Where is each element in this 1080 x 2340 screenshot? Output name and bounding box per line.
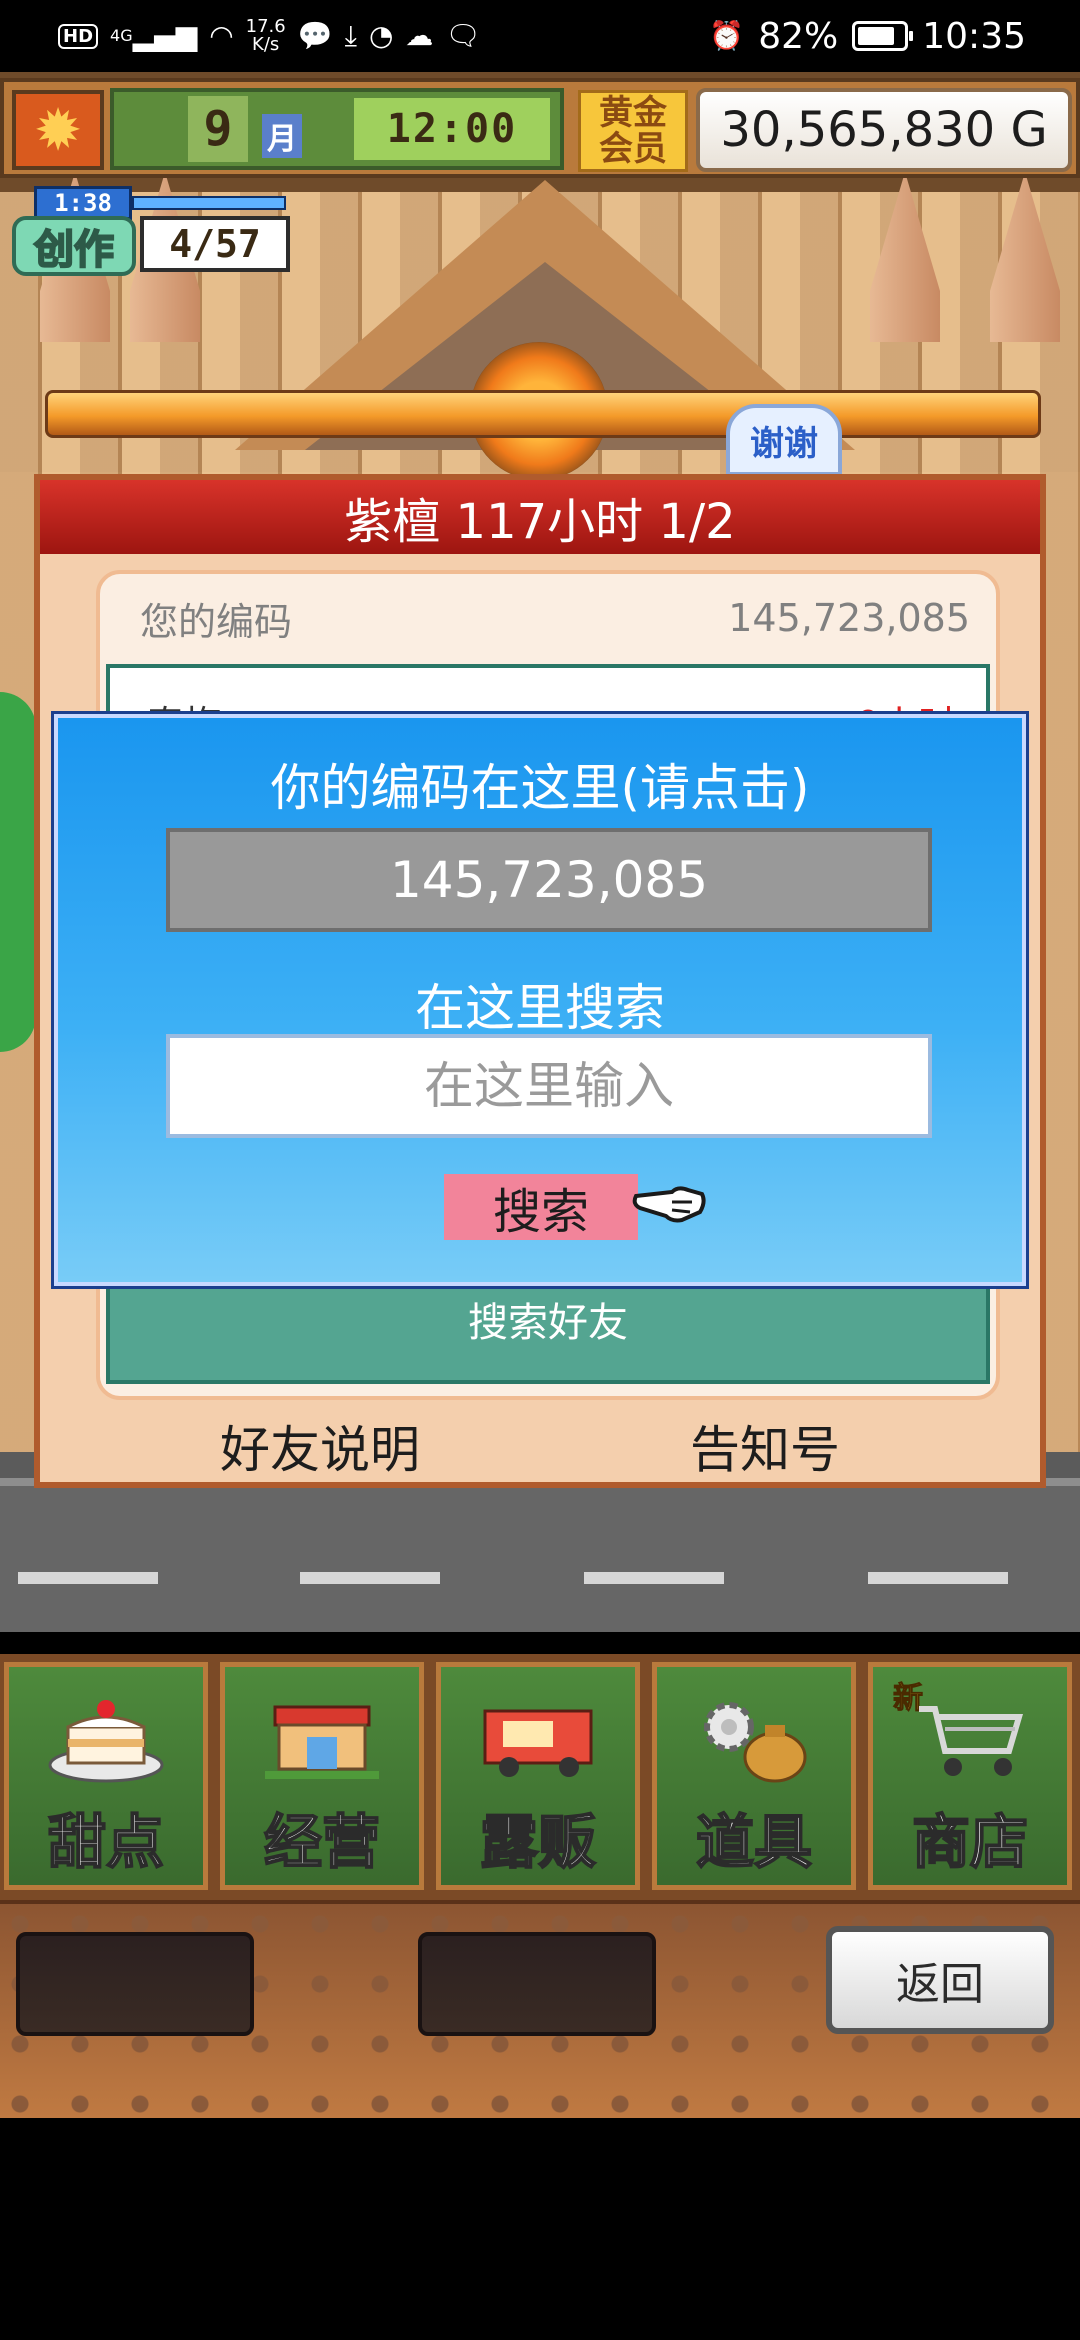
wifi-icon: ◠ xyxy=(209,19,234,52)
network-speed-unit: K/s xyxy=(252,34,280,55)
gold-member-line2: 会员 xyxy=(599,129,667,169)
create-progress-bar xyxy=(132,196,286,210)
menu-item-stall[interactable]: 露贩 xyxy=(436,1662,640,1890)
shop-icon xyxy=(225,1677,419,1797)
date-panel: 9 月 12:00 xyxy=(110,88,564,170)
game-clock: 12:00 xyxy=(354,98,550,160)
menu-label: 经营 xyxy=(263,1807,381,1877)
browser-icon: ◔ xyxy=(368,19,394,52)
gold-member-badge: 黄金 会员 xyxy=(578,90,688,172)
message-icon: 🗨 xyxy=(445,19,481,52)
pointing-hand-icon xyxy=(632,1186,706,1223)
roof-beam xyxy=(45,390,1041,438)
bottom-menu: 甜点 经营 露贩 道具 新 商店 xyxy=(0,1654,1080,1900)
thanks-tab[interactable]: 谢谢 xyxy=(726,404,842,476)
cart-icon xyxy=(873,1677,1067,1797)
maple-leaf-icon[interactable]: ✹ xyxy=(12,90,104,170)
road xyxy=(0,1486,1080,1632)
search-button[interactable]: 搜索 xyxy=(444,1174,638,1240)
search-label: 在这里搜索 xyxy=(415,979,665,1037)
road-dash xyxy=(18,1572,158,1584)
road-dash xyxy=(868,1572,1008,1584)
my-code-field[interactable]: 145,723,085 xyxy=(166,828,932,932)
money-display: 30,565,830 G xyxy=(696,88,1072,172)
alarm-icon: ⏰ xyxy=(709,19,745,52)
month-number: 9 xyxy=(188,96,248,162)
create-counter[interactable]: 1:38 创作 4/57 xyxy=(6,186,292,278)
friend-help-button[interactable]: 好友说明 xyxy=(220,1410,420,1482)
menu-label: 道具 xyxy=(695,1807,813,1877)
cellular-signal-icon: 4G▂▄▆ xyxy=(110,19,198,52)
search-dialog: 你的编码在这里(请点击) 145,723,085 在这里搜索 搜索 xyxy=(51,711,1029,1289)
menu-item-dessert[interactable]: 甜点 xyxy=(4,1662,208,1890)
notice-number-button[interactable]: 告知号 xyxy=(690,1410,840,1482)
create-timer: 1:38 xyxy=(34,186,132,220)
month-label: 月 xyxy=(262,114,302,158)
menu-item-management[interactable]: 经营 xyxy=(220,1662,424,1890)
status-left-icons: HD 4G▂▄▆ ◠ 17.6 K/s 💬 ⤓ ◔ ☁ 🗨 xyxy=(58,18,481,54)
create-label: 创作 xyxy=(12,216,136,276)
cake-icon xyxy=(9,1677,203,1797)
cloud-icon: ☁ xyxy=(405,19,434,52)
menu-label: 甜点 xyxy=(47,1807,165,1877)
gold-member-line1: 黄金 xyxy=(599,93,667,133)
status-time: 10:35 xyxy=(922,15,1026,57)
road-dash xyxy=(584,1572,724,1584)
menu-item-items[interactable]: 道具 xyxy=(652,1662,856,1890)
search-input[interactable] xyxy=(166,1034,932,1138)
wechat-icon: 💬 xyxy=(297,19,333,52)
empty-slot[interactable] xyxy=(16,1932,254,2036)
network-speed: 17.6 K/s xyxy=(246,18,286,54)
battery-icon xyxy=(852,21,914,51)
signal-type-label: 4G xyxy=(110,26,133,45)
my-code-label: 您的编码 xyxy=(140,599,293,644)
back-button[interactable]: 返回 xyxy=(826,1926,1054,2034)
empty-slot[interactable] xyxy=(418,1932,656,2036)
menu-item-shop[interactable]: 新 商店 xyxy=(868,1662,1072,1890)
friend-panel-header: 紫檀 117小时 1/2 xyxy=(40,480,1040,554)
my-code-value: 145,723,085 xyxy=(728,596,970,640)
road-dash xyxy=(300,1572,440,1584)
download-icon: ⤓ xyxy=(344,19,357,52)
status-right: ⏰ 82% 10:35 xyxy=(709,14,1026,58)
status-bar: HD 4G▂▄▆ ◠ 17.6 K/s 💬 ⤓ ◔ ☁ 🗨 ⏰ 82% 10:3… xyxy=(0,0,1080,72)
menu-label: 商店 xyxy=(911,1807,1029,1877)
hd-badge: HD xyxy=(58,23,99,49)
top-hud: ✹ 9 月 12:00 黄金 会员 30,565,830 G xyxy=(0,78,1080,178)
tree-decoration xyxy=(0,692,36,1052)
create-count: 4/57 xyxy=(140,216,290,272)
battery-percent: 82% xyxy=(758,15,839,57)
food-truck-icon xyxy=(441,1677,635,1797)
dialog-title: 你的编码在这里(请点击) xyxy=(270,759,810,817)
my-code-row: 您的编码 145,723,085 xyxy=(140,586,970,650)
menu-label: 露贩 xyxy=(479,1807,597,1877)
gear-bag-icon xyxy=(657,1677,851,1797)
bottom-bar: 返回 xyxy=(0,1900,1080,2118)
